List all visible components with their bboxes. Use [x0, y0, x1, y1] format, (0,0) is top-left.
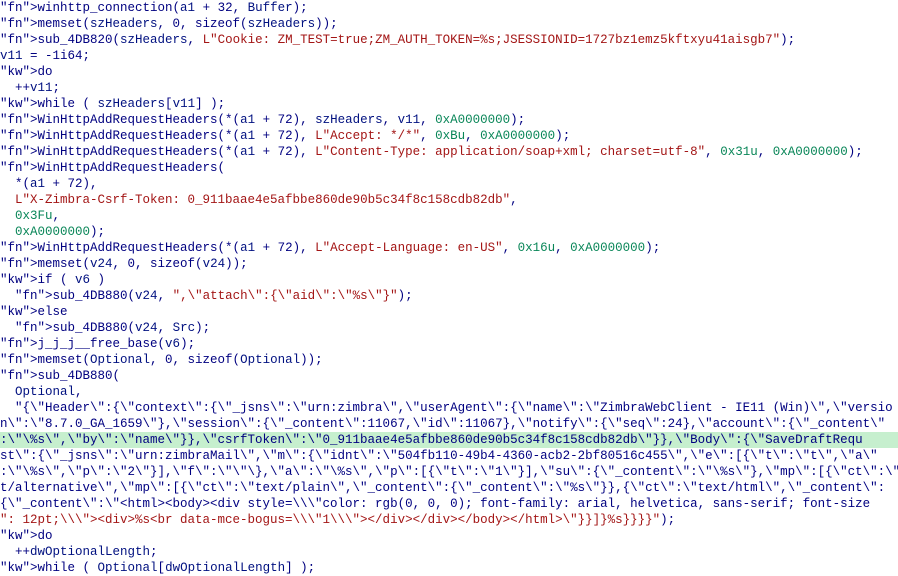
code-line: ++v11;: [0, 80, 898, 96]
code-line: "kw">if ( v6 ): [0, 272, 898, 288]
code-content: "fn">winhttp_connection(a1 + 32, Buffer)…: [0, 0, 898, 576]
code-line: "fn">WinHttpAddRequestHeaders(: [0, 160, 898, 176]
code-line: {\"_content\":\"<html><body><div style=\…: [0, 496, 898, 512]
code-line: t/alternative\",\"mp\":[{\"ct\":\"text/p…: [0, 480, 898, 496]
line-text: ++v11;: [0, 80, 60, 96]
line-text: "fn">sub_4DB880(v24, ",\"attach\":{\"aid…: [0, 288, 413, 304]
line-text: "kw">while ( Optional[dwOptionalLength] …: [0, 560, 315, 576]
line-text: "fn">winhttp_connection(a1 + 32, Buffer)…: [0, 0, 308, 16]
code-line: "kw">do: [0, 528, 898, 544]
code-line: "fn">sub_4DB880(v24, ",\"attach\":{\"aid…: [0, 288, 898, 304]
line-text: "kw">if ( v6 ): [0, 272, 105, 288]
code-line: "fn">j_j_j__free_base(v6);: [0, 336, 898, 352]
line-text: :\"\%s\",\"p\":\"2\"}],\"f\":\"\"\},\"a\…: [0, 464, 898, 480]
line-text: "fn">memset(v24, 0, sizeof(v24));: [0, 256, 248, 272]
code-line: "fn">WinHttpAddRequestHeaders(*(a1 + 72)…: [0, 128, 898, 144]
code-line: Optional,: [0, 384, 898, 400]
code-line: :\"\%s\",\"p\":\"2\"}],\"f\":\"\"\},\"a\…: [0, 464, 898, 480]
line-text: L"X-Zimbra-Csrf-Token: 0_911baae4e5afbbe…: [0, 192, 518, 208]
line-text: "kw">do: [0, 528, 53, 544]
line-text: "kw">while ( szHeaders[v11] );: [0, 96, 225, 112]
line-text: "fn">WinHttpAddRequestHeaders(*(a1 + 72)…: [0, 144, 863, 160]
line-text: "fn">WinHttpAddRequestHeaders(*(a1 + 72)…: [0, 112, 525, 128]
line-text: st\":{\"_jsns\":\"urn:zimbraMail\",\"m\"…: [0, 448, 878, 464]
line-text: "fn">WinHttpAddRequestHeaders(*(a1 + 72)…: [0, 128, 570, 144]
code-line: "fn">sub_4DB880(v24, Src);: [0, 320, 898, 336]
code-line: "kw">do: [0, 64, 898, 80]
line-text: "fn">j_j_j__free_base(v6);: [0, 336, 195, 352]
line-text: n\":\"8.7.0_GA_1659\"},\"session\":{\"_c…: [0, 416, 885, 432]
line-text: "fn">sub_4DB880(v24, Src);: [0, 320, 210, 336]
code-line: st\":{\"_jsns\":\"urn:zimbraMail\",\"m\"…: [0, 448, 898, 464]
line-text: v11 = -1i64;: [0, 48, 90, 64]
line-text: 0x3Fu,: [0, 208, 60, 224]
code-line: "fn">WinHttpAddRequestHeaders(*(a1 + 72)…: [0, 112, 898, 128]
line-text: "fn">WinHttpAddRequestHeaders(*(a1 + 72)…: [0, 240, 660, 256]
line-text: t/alternative\",\"mp\":[{\"ct\":\"text/p…: [0, 480, 885, 496]
line-text: *(a1 + 72),: [0, 176, 98, 192]
line-text: "kw">do: [0, 64, 53, 80]
code-line: "kw">else: [0, 304, 898, 320]
code-line: "fn">sub_4DB880(: [0, 368, 898, 384]
line-text: "{\"Header\":{\"context\":{\"_jsns\":\"u…: [0, 400, 893, 416]
line-text: "fn">sub_4DB880(: [0, 368, 120, 384]
code-line: "{\"Header\":{\"context\":{\"_jsns\":\"u…: [0, 400, 898, 416]
code-editor: "fn">winhttp_connection(a1 + 32, Buffer)…: [0, 0, 898, 576]
code-line: L"X-Zimbra-Csrf-Token: 0_911baae4e5afbbe…: [0, 192, 898, 208]
code-line: "fn">memset(szHeaders, 0, sizeof(szHeade…: [0, 16, 898, 32]
line-text: 0xA0000000);: [0, 224, 105, 240]
code-line: "fn">WinHttpAddRequestHeaders(*(a1 + 72)…: [0, 144, 898, 160]
line-text: :\"\%s\",\"by\":\"name\"}},\"csrfToken\"…: [0, 432, 863, 448]
code-line: "fn">winhttp_connection(a1 + 32, Buffer)…: [0, 0, 898, 16]
line-text: {\"_content\":\"<html><body><div style=\…: [0, 496, 870, 512]
code-line: "kw">while ( szHeaders[v11] );: [0, 96, 898, 112]
line-text: "fn">sub_4DB820(szHeaders, L"Cookie: ZM_…: [0, 32, 795, 48]
line-text: "fn">WinHttpAddRequestHeaders(: [0, 160, 225, 176]
line-text: "kw">else: [0, 304, 68, 320]
code-line: 0x3Fu,: [0, 208, 898, 224]
code-line: :\"\%s\",\"by\":\"name\"}},\"csrfToken\"…: [0, 432, 898, 448]
line-text: "fn">memset(szHeaders, 0, sizeof(szHeade…: [0, 16, 338, 32]
code-line: "fn">memset(Optional, 0, sizeof(Optional…: [0, 352, 898, 368]
line-text: ": 12pt;\\\"><div>%s<br data-mce-bogus=\…: [0, 512, 675, 528]
code-line: "fn">sub_4DB820(szHeaders, L"Cookie: ZM_…: [0, 32, 898, 48]
code-line: *(a1 + 72),: [0, 176, 898, 192]
code-line: "kw">while ( Optional[dwOptionalLength] …: [0, 560, 898, 576]
code-line: ++dwOptionalLength;: [0, 544, 898, 560]
code-line: "fn">memset(v24, 0, sizeof(v24));: [0, 256, 898, 272]
line-text: ++dwOptionalLength;: [0, 544, 158, 560]
code-line: ": 12pt;\\\"><div>%s<br data-mce-bogus=\…: [0, 512, 898, 528]
code-line: "fn">WinHttpAddRequestHeaders(*(a1 + 72)…: [0, 240, 898, 256]
code-line: n\":\"8.7.0_GA_1659\"},\"session\":{\"_c…: [0, 416, 898, 432]
line-text: Optional,: [0, 384, 83, 400]
line-text: "fn">memset(Optional, 0, sizeof(Optional…: [0, 352, 323, 368]
code-line: 0xA0000000);: [0, 224, 898, 240]
code-line: v11 = -1i64;: [0, 48, 898, 64]
